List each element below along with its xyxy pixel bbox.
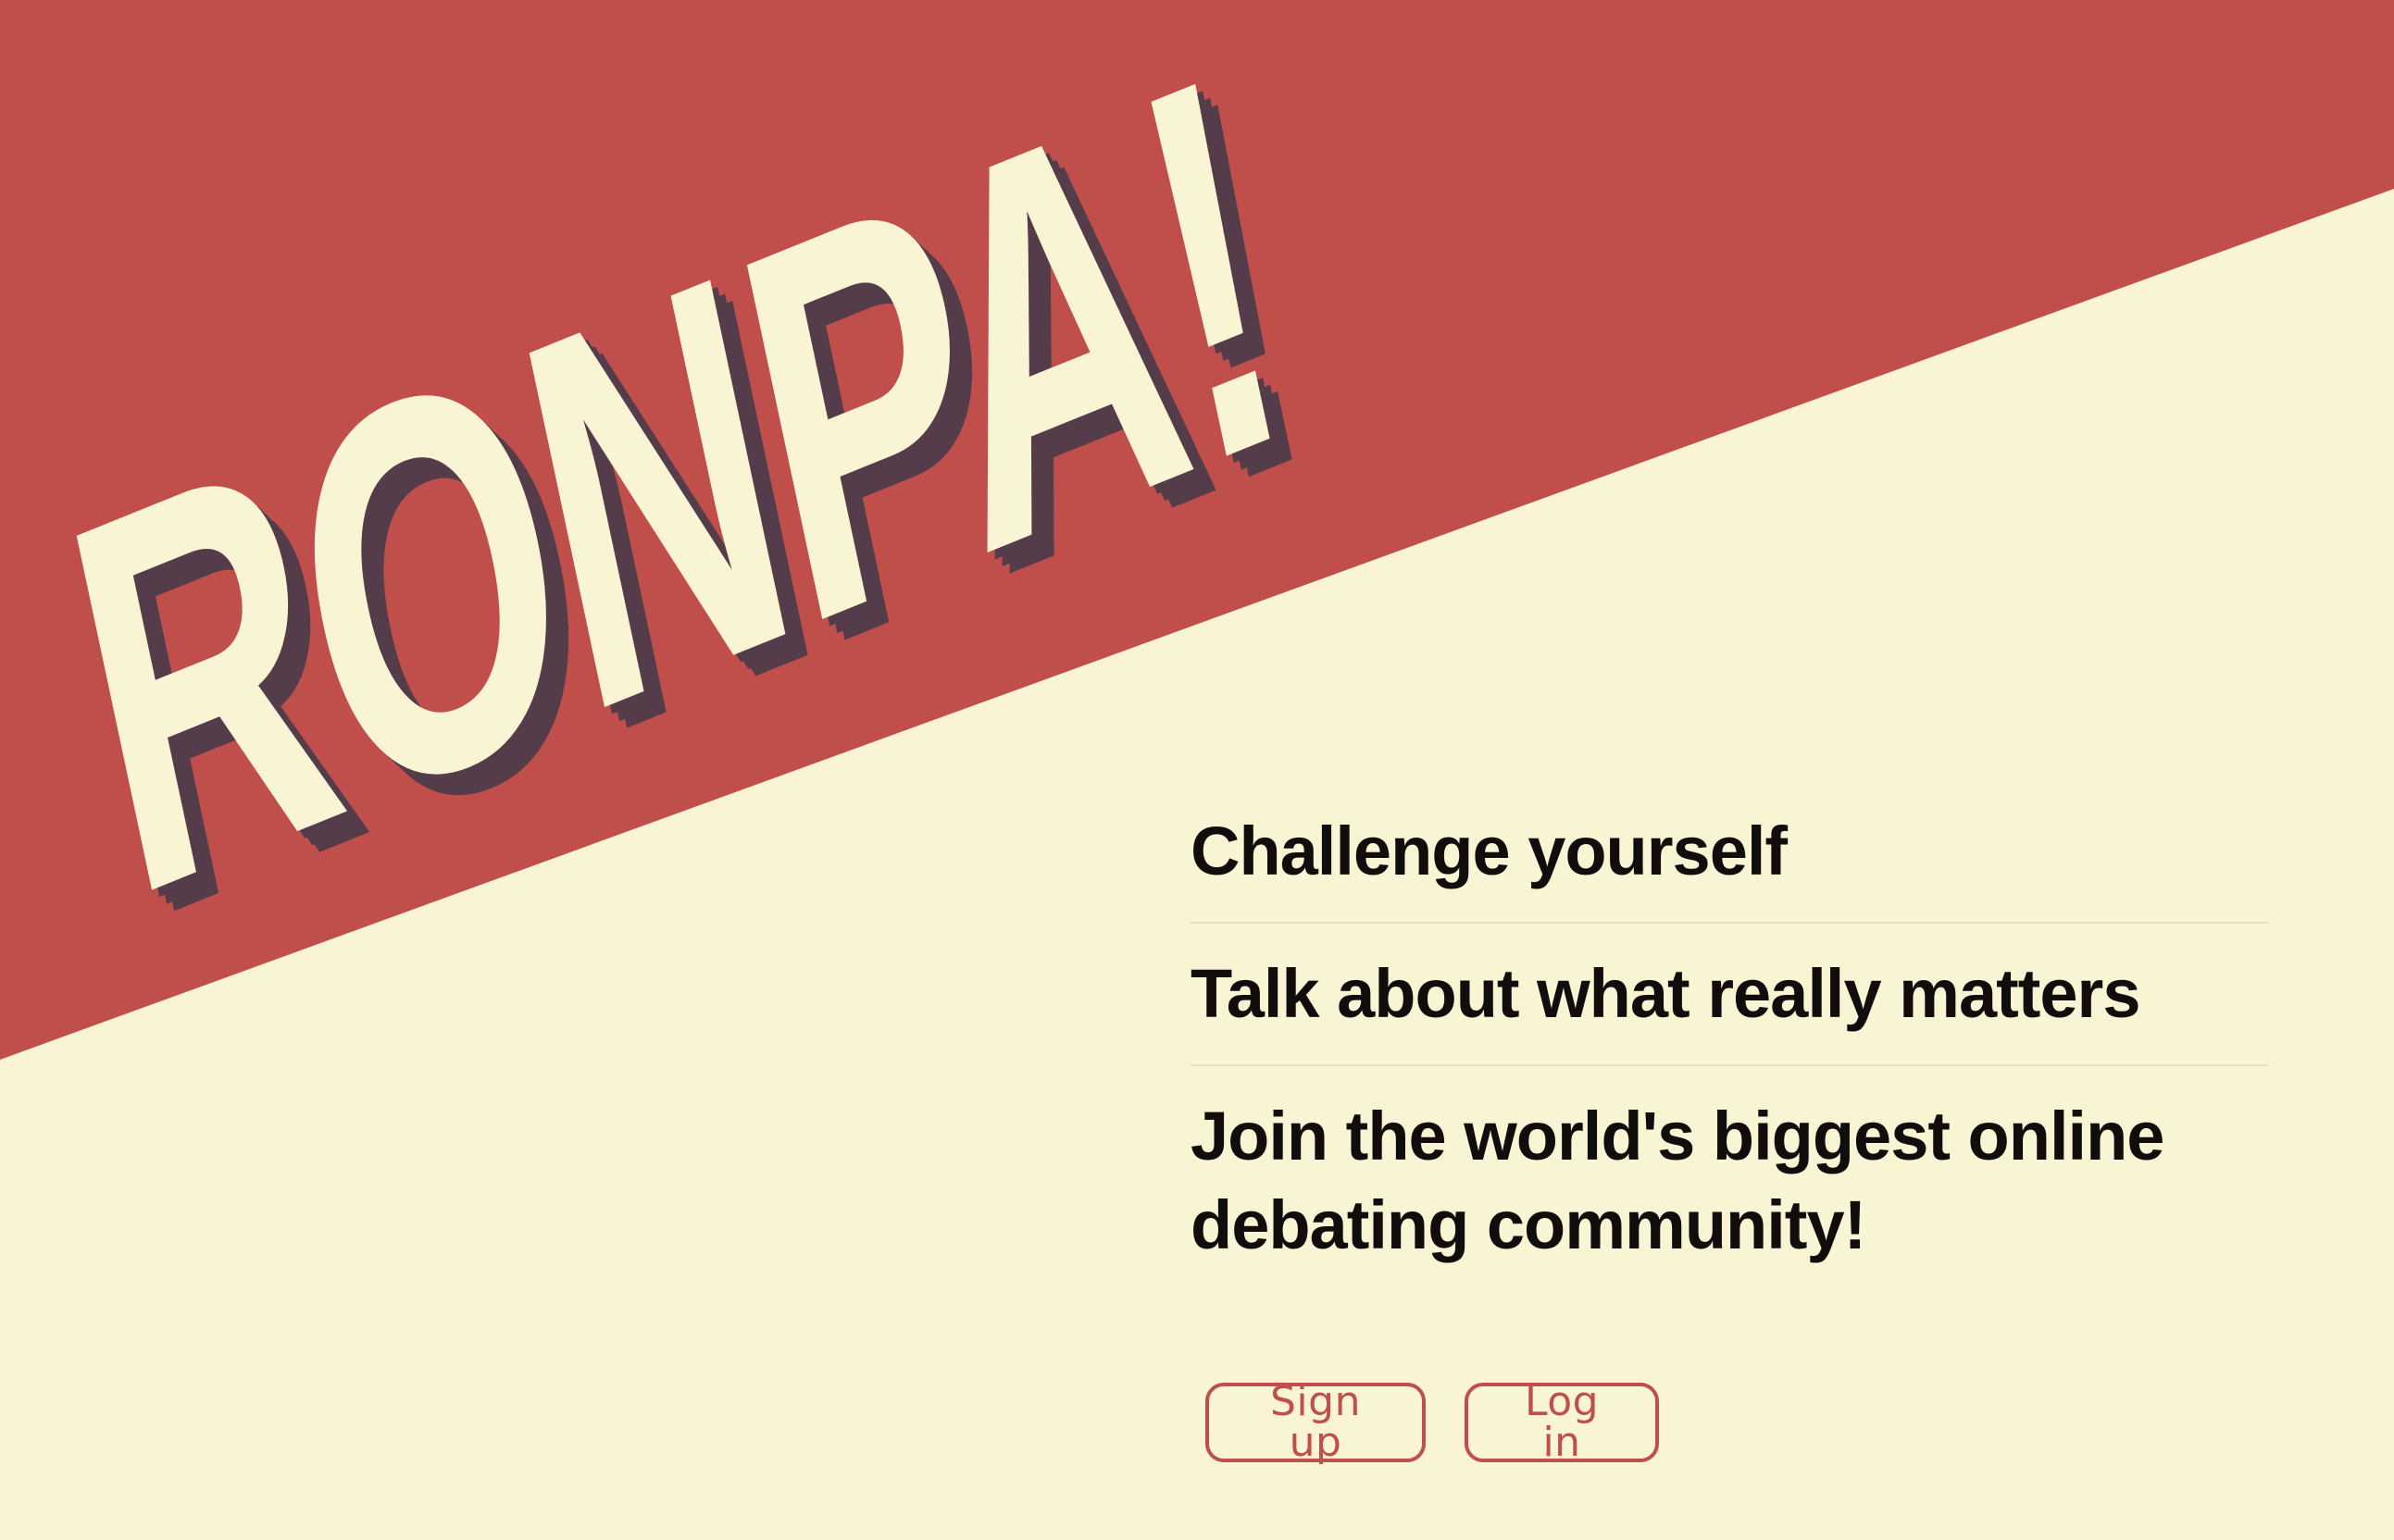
log-in-button[interactable]: Log in	[1465, 1382, 1659, 1463]
feature-list: Challenge yourself Talk about what reall…	[1191, 807, 2268, 1270]
sign-up-button[interactable]: Sign up	[1205, 1382, 1426, 1463]
feature-item-community: Join the world's biggest online debating…	[1191, 1098, 2164, 1263]
auth-actions: Sign up Log in	[1205, 1382, 1659, 1463]
hero-background	[0, 0, 2394, 1540]
feature-item-challenge: Challenge yourself	[1191, 807, 2268, 924]
feature-item-talk: Talk about what really matters	[1191, 950, 2268, 1066]
